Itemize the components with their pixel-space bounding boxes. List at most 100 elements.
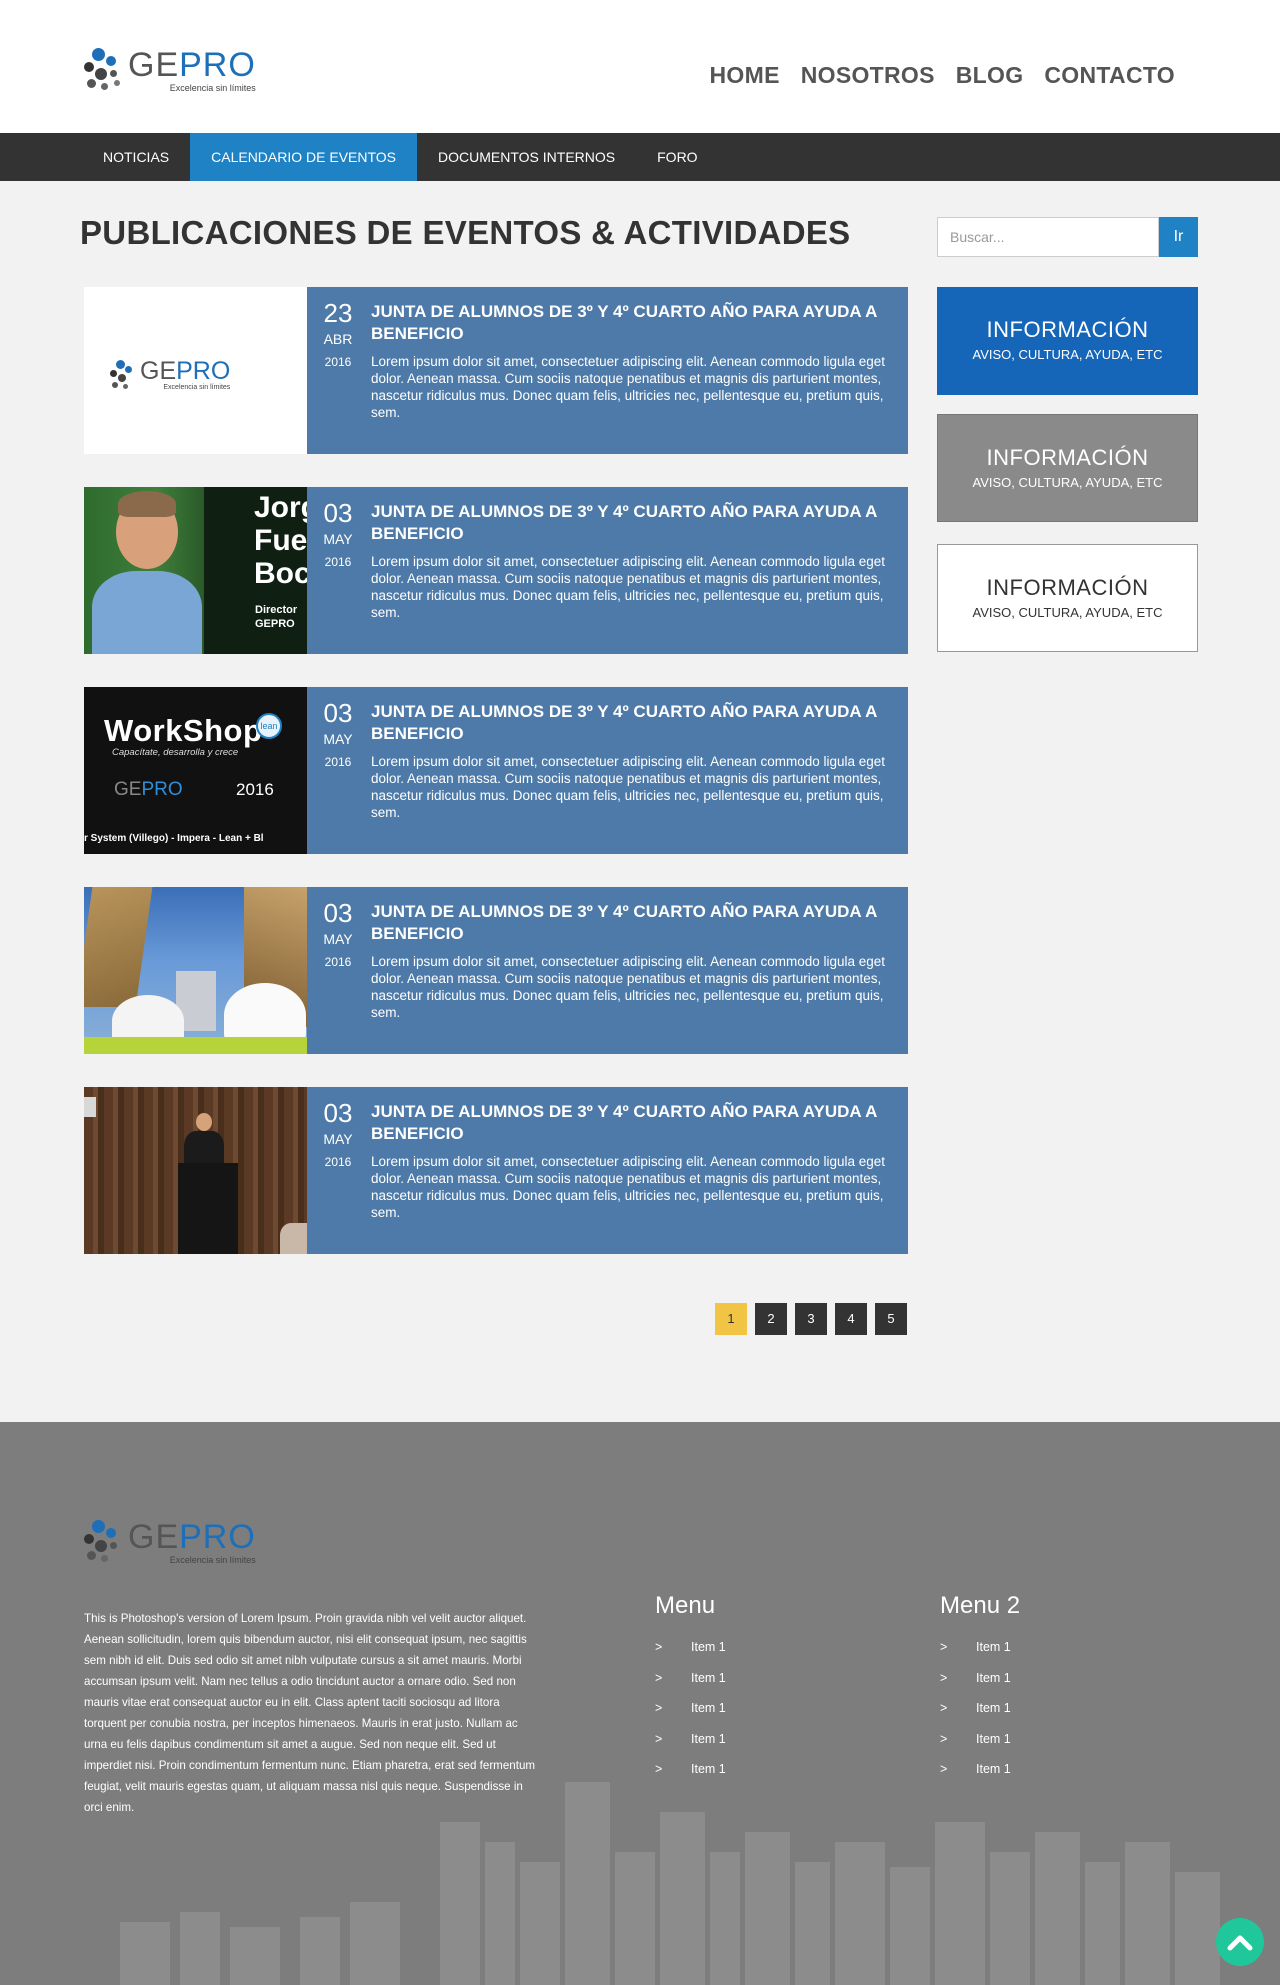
post-year: 2016 (324, 555, 352, 569)
post-year: 2016 (324, 955, 352, 969)
footer-description: This is Photoshop's version of Lorem Ips… (84, 1612, 536, 1814)
footer-menu-2: Menu 2 > Item 1 > Item 1 > Item 1 > Item 1 >… (940, 1592, 1020, 1793)
event-post[interactable]: WorkShop lean Capacítate, desarrolla y c… (84, 687, 908, 854)
post-day: 03 (323, 898, 353, 928)
post-title[interactable]: JUNTA DE ALUMNOS DE 3º Y 4º CUARTO AÑO P… (371, 701, 894, 745)
post-thumbnail-workshop-banner[interactable]: WorkShop lean Capacítate, desarrolla y c… (84, 687, 307, 854)
post-excerpt: Lorem ipsum dolor sit amet, consectetuer… (371, 754, 886, 820)
event-post[interactable]: 03 MAY 2016 JUNTA DE ALUMNOS DE 3º Y 4º … (84, 1087, 908, 1254)
footer-menu-item[interactable]: > Item 1 (940, 1701, 1020, 1732)
nav-contacto[interactable]: CONTACTO (1044, 62, 1175, 89)
info-box-white[interactable]: INFORMACIÓN AVISO, CULTURA, AYUDA, ETC (937, 544, 1198, 652)
post-date: 03 MAY 2016 (307, 1087, 369, 1254)
info-box-subtitle: AVISO, CULTURA, AYUDA, ETC (972, 475, 1163, 490)
page-button-1[interactable]: 1 (715, 1303, 747, 1335)
post-thumbnail-construction-helmets[interactable] (84, 887, 307, 1054)
site-logo[interactable]: GEPRO Excelencia sin límites (84, 46, 256, 94)
page-title: PUBLICACIONES DE EVENTOS & ACTIVIDADES (80, 214, 851, 251)
back-to-top-button[interactable] (1216, 1918, 1264, 1966)
post-month: MAY (323, 1131, 353, 1147)
info-box-blue[interactable]: INFORMACIÓN AVISO, CULTURA, AYUDA, ETC (937, 287, 1198, 395)
footer-menu-title: Menu 2 (940, 1592, 1021, 1619)
logo-dots-icon (84, 46, 128, 94)
post-excerpt: Lorem ipsum dolor sit amet, consectetuer… (371, 354, 886, 420)
pagination: 1 2 3 4 5 (715, 1303, 907, 1335)
nav-home[interactable]: HOME (710, 62, 780, 89)
logo-text-blue: PRO (179, 45, 256, 84)
footer-menu-item[interactable]: > Item 1 (655, 1671, 726, 1702)
site-footer: GEPRO Excelencia sin límites This is Pho… (0, 1422, 1280, 1985)
logo-tagline: Excelencia sin límites (169, 82, 256, 93)
logo-text-gray: GE (128, 45, 180, 84)
post-title[interactable]: JUNTA DE ALUMNOS DE 3º Y 4º CUARTO AÑO P… (371, 501, 894, 545)
post-thumbnail-director-portrait[interactable]: JorgFueBoc DirectorGEPRO (84, 487, 307, 654)
info-box-title: INFORMACIÓN (986, 445, 1149, 470)
page-button-5[interactable]: 5 (875, 1303, 907, 1335)
footer-menu-item[interactable]: > Item 1 (655, 1640, 726, 1671)
subnav-noticias[interactable]: NOTICIAS (82, 133, 190, 181)
footer-logo[interactable]: GEPRO Excelencia sin límites (84, 1518, 256, 1566)
nav-blog[interactable]: BLOG (956, 62, 1024, 89)
post-excerpt: Lorem ipsum dolor sit amet, consectetuer… (371, 1154, 886, 1220)
event-post[interactable]: GEPRO Excelencia sin límites 23 ABR 2016… (84, 287, 908, 454)
page-button-2[interactable]: 2 (755, 1303, 787, 1335)
post-excerpt: Lorem ipsum dolor sit amet, consectetuer… (371, 554, 886, 620)
thumb-logo: GEPRO Excelencia sin límites (110, 359, 230, 391)
post-day: 23 (323, 298, 353, 328)
post-date: 03 MAY 2016 (307, 887, 369, 1054)
page-button-3[interactable]: 3 (795, 1303, 827, 1335)
post-thumbnail-speaker-podium[interactable] (84, 1087, 307, 1254)
footer-menu-item[interactable]: > Item 1 (655, 1701, 726, 1732)
main-nav: HOME NOSOTROS BLOG CONTACTO (710, 62, 1175, 89)
info-box-title: INFORMACIÓN (986, 317, 1149, 342)
post-month: MAY (323, 931, 353, 947)
site-header: GEPRO Excelencia sin límites HOME NOSOTR… (0, 0, 1280, 133)
thumb-logo: GEPRO (114, 779, 183, 800)
post-month: MAY (323, 531, 353, 547)
post-day: 03 (323, 498, 353, 528)
post-year: 2016 (324, 1155, 352, 1169)
search-box: Ir (937, 217, 1198, 257)
post-year: 2016 (324, 355, 352, 369)
search-button[interactable]: Ir (1159, 217, 1198, 257)
lean-badge-icon: lean (256, 713, 282, 739)
post-title[interactable]: JUNTA DE ALUMNOS DE 3º Y 4º CUARTO AÑO P… (371, 1101, 894, 1145)
event-post[interactable]: 03 MAY 2016 JUNTA DE ALUMNOS DE 3º Y 4º … (84, 887, 908, 1054)
logo-dots-icon (84, 1518, 128, 1566)
page-button-4[interactable]: 4 (835, 1303, 867, 1335)
post-title[interactable]: JUNTA DE ALUMNOS DE 3º Y 4º CUARTO AÑO P… (371, 301, 894, 345)
post-excerpt: Lorem ipsum dolor sit amet, consectetuer… (371, 954, 886, 1020)
post-date: 23 ABR 2016 (307, 287, 369, 454)
subnav-foro[interactable]: FORO (636, 133, 718, 181)
sub-nav: NOTICIAS CALENDARIO DE EVENTOS DOCUMENTO… (0, 133, 1280, 181)
search-input[interactable] (937, 217, 1159, 257)
footer-menu-item[interactable]: > Item 1 (940, 1762, 1020, 1793)
thumb-name-text: JorgFueBoc (254, 491, 307, 590)
footer-menu-item[interactable]: > Item 1 (940, 1732, 1020, 1763)
subnav-calendario-de-eventos[interactable]: CALENDARIO DE EVENTOS (190, 133, 418, 181)
footer-menu-item[interactable]: > Item 1 (940, 1640, 1020, 1671)
logo-dots-icon (110, 359, 140, 391)
post-month: ABR (323, 331, 353, 347)
chevron-up-icon (1227, 1935, 1253, 1951)
footer-menu-item[interactable]: > Item 1 (655, 1732, 726, 1763)
post-month: MAY (323, 731, 353, 747)
event-post[interactable]: JorgFueBoc DirectorGEPRO 03 MAY 2016 JUN… (84, 487, 908, 654)
info-box-title: INFORMACIÓN (986, 575, 1149, 600)
footer-menu-item[interactable]: > Item 1 (655, 1762, 726, 1793)
post-thumbnail-gepro-logo[interactable]: GEPRO Excelencia sin límites (84, 287, 307, 454)
subnav-documentos-internos[interactable]: DOCUMENTOS INTERNOS (417, 133, 636, 181)
post-day: 03 (323, 1098, 353, 1128)
nav-nosotros[interactable]: NOSOTROS (801, 62, 935, 89)
footer-menu-1: Menu > Item 1 > Item 1 > Item 1 > Item 1 > It… (655, 1592, 726, 1793)
info-box-subtitle: AVISO, CULTURA, AYUDA, ETC (972, 347, 1163, 362)
post-title[interactable]: JUNTA DE ALUMNOS DE 3º Y 4º CUARTO AÑO P… (371, 901, 894, 945)
post-date: 03 MAY 2016 (307, 687, 369, 854)
footer-menu-title: Menu (655, 1592, 716, 1619)
footer-menu-item[interactable]: > Item 1 (940, 1671, 1020, 1702)
post-date: 03 MAY 2016 (307, 487, 369, 654)
thumb-role-text: Director GEPRO (255, 604, 298, 630)
info-box-subtitle: AVISO, CULTURA, AYUDA, ETC (972, 605, 1163, 620)
post-year: 2016 (324, 755, 352, 769)
info-box-gray[interactable]: INFORMACIÓN AVISO, CULTURA, AYUDA, ETC (937, 414, 1198, 522)
